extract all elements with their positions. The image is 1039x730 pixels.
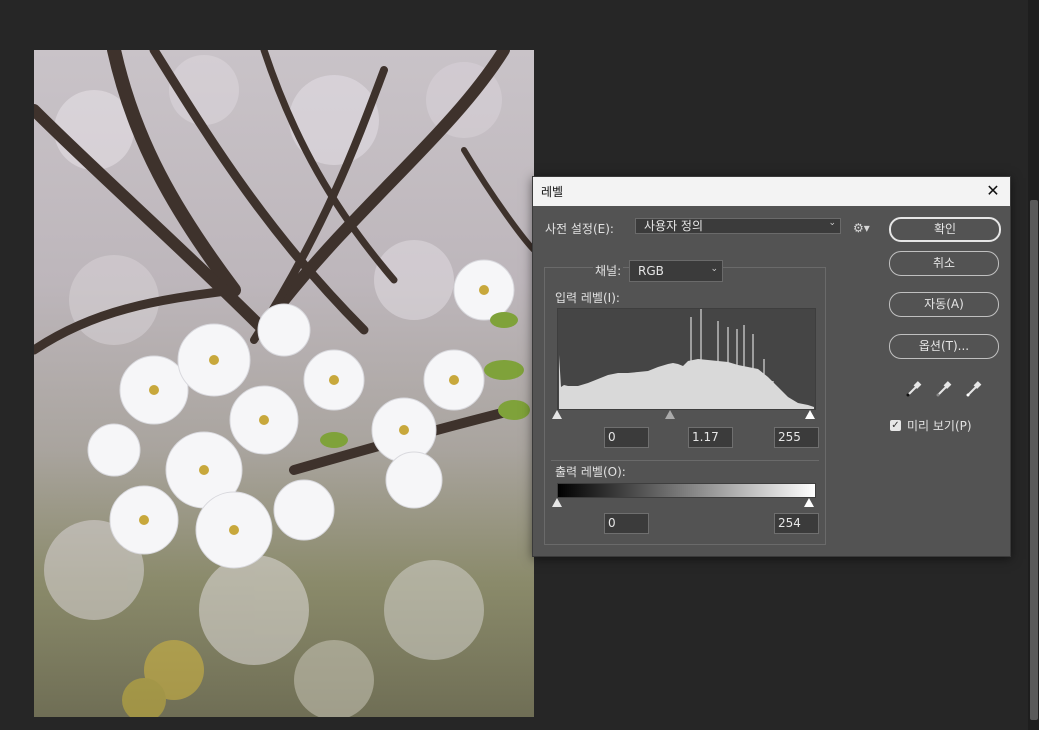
output-white-field[interactable]: 254 <box>774 513 819 534</box>
output-black-field[interactable]: 0 <box>604 513 649 534</box>
output-slider[interactable] <box>552 498 814 510</box>
input-slider[interactable] <box>552 410 815 422</box>
eyedropper-black-icon[interactable] <box>905 380 923 398</box>
preview-label: 미리 보기(P) <box>907 419 972 433</box>
cancel-button[interactable]: 취소 <box>889 251 999 276</box>
scrollbar-thumb[interactable] <box>1030 200 1038 720</box>
input-levels-label: 입력 레벨(I): <box>555 291 620 305</box>
gear-icon[interactable]: ⚙▾ <box>853 221 870 235</box>
eyedropper-white-icon[interactable] <box>965 380 983 398</box>
close-icon[interactable]: ✕ <box>982 180 1004 202</box>
channel-label: 채널: <box>593 262 624 279</box>
chevron-down-icon: ⌄ <box>828 218 836 228</box>
dialog-title: 레벨 <box>541 185 564 199</box>
input-black-field[interactable]: 0 <box>604 427 649 448</box>
options-button[interactable]: 옵션(T)... <box>889 334 999 359</box>
levels-dialog: 레벨 ✕ 사전 설정(E): 사용자 정의 ⌄ ⚙▾ 채널: RGB ⌄ 입력 … <box>532 176 1011 557</box>
auto-button[interactable]: 자동(A) <box>889 292 999 317</box>
chevron-down-icon: ⌄ <box>710 264 718 274</box>
input-white-field[interactable]: 255 <box>774 427 819 448</box>
divider <box>551 460 819 461</box>
ok-button[interactable]: 확인 <box>889 217 1001 242</box>
preset-label: 사전 설정(E): <box>545 222 614 236</box>
input-white-slider[interactable] <box>805 410 815 419</box>
output-levels-label: 출력 레벨(O): <box>555 465 626 479</box>
eyedropper-gray-icon[interactable] <box>935 380 953 398</box>
preset-value: 사용자 정의 <box>644 219 704 233</box>
channel-dropdown[interactable]: RGB ⌄ <box>629 260 723 282</box>
output-white-slider[interactable] <box>804 498 814 507</box>
input-gamma-slider[interactable] <box>665 410 675 419</box>
document-canvas <box>34 50 534 717</box>
histogram <box>557 308 816 410</box>
output-gradient <box>557 483 816 498</box>
channel-value: RGB <box>638 264 664 278</box>
cherry-blossom-photo <box>34 50 534 717</box>
histogram-graph <box>559 309 814 409</box>
preset-dropdown[interactable]: 사용자 정의 ⌄ <box>635 218 841 234</box>
input-black-slider[interactable] <box>552 410 562 419</box>
output-black-slider[interactable] <box>552 498 562 507</box>
input-gamma-field[interactable]: 1.17 <box>688 427 733 448</box>
dialog-titlebar[interactable]: 레벨 ✕ <box>533 177 1010 206</box>
preview-checkbox[interactable]: ✓ <box>890 420 901 431</box>
